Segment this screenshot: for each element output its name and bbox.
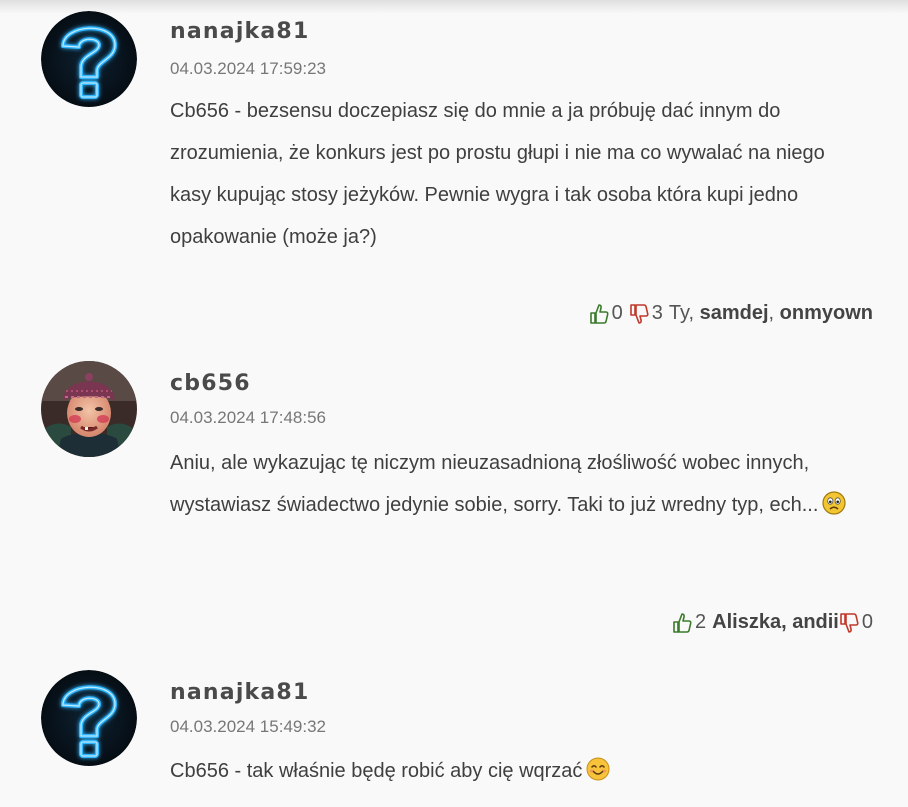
voter-separator: ,: [768, 302, 780, 324]
avatar[interactable]: [41, 670, 137, 766]
question-mark-neon-icon: [41, 11, 137, 107]
downvoters-list: Ty, samdej, onmyown: [669, 302, 873, 325]
question-mark-neon-icon: [41, 670, 137, 766]
upvote-count: 2: [695, 611, 707, 633]
comment-date: 04.03.2024 15:49:32: [170, 717, 326, 736]
thumb-down-icon: [840, 612, 859, 633]
vote-bar: 2 Aliszka, andii 0: [672, 611, 873, 634]
comment-date: 04.03.2024 17:48:56: [170, 408, 326, 427]
downvote-count: 0: [861, 611, 873, 633]
downvote-count: 3: [651, 302, 663, 324]
upvote-button[interactable]: 2: [672, 611, 712, 634]
voter-you: Ty,: [668, 302, 700, 324]
comment-date: 04.03.2024 17:59:23: [170, 59, 326, 78]
comment-text: Cb656 - bezsensu doczepiasz się do mnie …: [170, 100, 825, 248]
thumb-up-icon: [673, 612, 692, 633]
avatar[interactable]: [41, 361, 137, 457]
comment-author[interactable]: nanajka81: [170, 19, 309, 44]
avatar[interactable]: [41, 11, 137, 107]
downvote-button[interactable]: 3: [629, 302, 669, 325]
upvote-count: 0: [611, 302, 623, 324]
thumb-up-icon: [589, 303, 609, 324]
voter-link[interactable]: samdej: [700, 302, 769, 324]
comment-text-content: Aniu, ale wykazując tę niczym nieuzasadn…: [170, 452, 819, 516]
comment-text-content: Cb656 - tak właśnie będę robić aby cię w…: [170, 760, 583, 782]
comment-author[interactable]: cb656: [170, 371, 251, 396]
comment-author[interactable]: nanajka81: [170, 680, 309, 705]
thumb-down-icon: [629, 303, 649, 324]
comment-text: Aniu, ale wykazując tę niczym nieuzasadn…: [170, 442, 870, 526]
comment-text: Cb656 - tak właśnie będę robić aby cię w…: [170, 750, 870, 792]
top-bar-shadow: [0, 0, 908, 14]
vote-bar: 0 3 Ty, samdej, onmyown: [589, 302, 873, 325]
smiling-face-icon: [586, 757, 610, 781]
worried-face-icon: [822, 491, 847, 515]
upvote-button[interactable]: 0: [589, 302, 629, 325]
user-photo-avatar: [41, 361, 137, 457]
downvote-button[interactable]: 0: [839, 611, 873, 634]
voter-link[interactable]: onmyown: [780, 302, 873, 324]
upvoters-list[interactable]: Aliszka, andii: [712, 611, 839, 634]
